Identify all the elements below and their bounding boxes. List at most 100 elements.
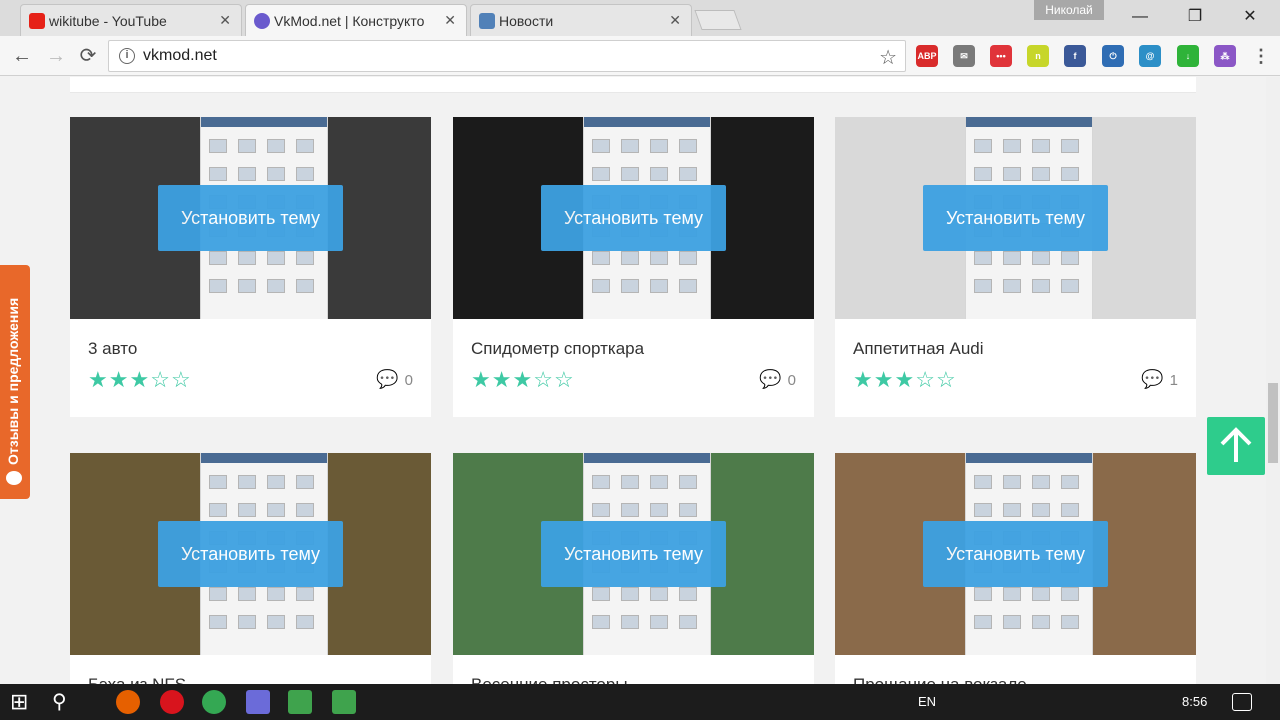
profile-name[interactable]: Николай (1034, 0, 1104, 20)
extension-n-icon[interactable]: n (1027, 45, 1049, 67)
save-app-icon[interactable] (246, 690, 270, 714)
tab-vk-news[interactable]: Новости ✕ (470, 4, 692, 36)
thumbnail-cell (1032, 615, 1050, 629)
new-tab-button[interactable] (694, 10, 742, 30)
theme-card[interactable]: Установить тему Весенние просторы (453, 453, 814, 684)
comments-count[interactable]: 💬 1 (1141, 369, 1178, 390)
feedback-tab[interactable]: Отзывы и предложения (0, 265, 30, 499)
rating-stars[interactable]: ★★★☆☆ (471, 367, 575, 393)
thumbnail-cell (238, 475, 256, 489)
facebook-icon[interactable]: f (1064, 45, 1086, 67)
thumbnail-cell (296, 139, 314, 153)
mail-icon[interactable]: ✉ (953, 45, 975, 67)
info-icon[interactable]: i (119, 48, 135, 64)
install-theme-button[interactable]: Установить тему (158, 185, 343, 251)
star-filled-icon[interactable]: ★ (109, 367, 130, 392)
thumbnail-cell (621, 251, 639, 265)
star-empty-icon[interactable]: ☆ (554, 367, 575, 392)
star-filled-icon[interactable]: ★ (853, 367, 874, 392)
firefox-icon[interactable] (116, 690, 140, 714)
address-bar[interactable]: i vkmod.net ☆ (108, 40, 906, 72)
notifications-icon[interactable] (1232, 693, 1252, 711)
menu-icon[interactable]: ⋮ (1250, 45, 1272, 67)
reload-button[interactable]: ⟳ (76, 44, 100, 68)
star-filled-icon[interactable]: ★ (88, 367, 109, 392)
theme-title[interactable]: 3 авто (88, 339, 137, 359)
back-button[interactable]: ← (10, 44, 34, 68)
search-icon[interactable]: ⚲ (52, 690, 76, 714)
power-icon[interactable]: ⏻ (1102, 45, 1124, 67)
colorful-dots-icon[interactable]: ⁂ (1214, 45, 1236, 67)
theme-title[interactable]: Аппетитная Audi (853, 339, 984, 359)
theme-card[interactable]: Установить тему Бэха из NFS (70, 453, 431, 684)
theme-title[interactable]: Весенние просторы (471, 675, 628, 684)
theme-title[interactable]: Бэха из NFS (88, 675, 186, 684)
download-arrow-icon[interactable]: ↓ (1177, 45, 1199, 67)
install-theme-button[interactable]: Установить тему (541, 185, 726, 251)
theme-preview-image[interactable]: Установить тему (70, 117, 431, 319)
star-empty-icon[interactable]: ☆ (915, 367, 936, 392)
close-icon[interactable]: ✕ (444, 12, 456, 29)
camtasia-icon[interactable] (288, 690, 312, 714)
theme-preview-image[interactable]: Установить тему (453, 117, 814, 319)
install-theme-button[interactable]: Установить тему (541, 521, 726, 587)
camtasia-recorder-icon[interactable] (332, 690, 356, 714)
star-filled-icon[interactable]: ★ (492, 367, 513, 392)
star-empty-icon[interactable]: ☆ (150, 367, 171, 392)
theme-preview-image[interactable]: Установить тему (453, 453, 814, 655)
theme-preview-image[interactable]: Установить тему (70, 453, 431, 655)
extension-dots-icon[interactable]: ••• (990, 45, 1012, 67)
install-theme-button[interactable]: Установить тему (158, 521, 343, 587)
star-filled-icon[interactable]: ★ (512, 367, 533, 392)
install-theme-button[interactable]: Установить тему (923, 185, 1108, 251)
thumbnail-cell (650, 251, 668, 265)
star-filled-icon[interactable]: ★ (874, 367, 895, 392)
at-sign-icon[interactable]: @ (1139, 45, 1161, 67)
clock[interactable]: 8:56 (1182, 694, 1207, 709)
forward-button[interactable]: → (44, 44, 68, 68)
adblock-plus-icon[interactable]: ABP (916, 45, 938, 67)
maximize-button[interactable]: ❐ (1175, 4, 1215, 30)
theme-card[interactable]: Установить тему Спидометр спорткара ★★★☆☆ 💬… (453, 117, 814, 417)
thumbnail-cell (621, 503, 639, 517)
rating-stars[interactable]: ★★★☆☆ (88, 367, 192, 393)
star-filled-icon[interactable]: ★ (471, 367, 492, 392)
theme-preview-image[interactable]: Установить тему (835, 453, 1196, 655)
thumbnail-cell (238, 167, 256, 181)
page-scrollbar[interactable] (1266, 77, 1280, 684)
tab-vkmod[interactable]: VkMod.net | Конструкто ✕ (245, 4, 467, 36)
bookmark-star-icon[interactable]: ☆ (879, 45, 897, 70)
close-icon[interactable]: ✕ (669, 12, 681, 29)
rating-stars[interactable]: ★★★☆☆ (853, 367, 957, 393)
minimize-button[interactable]: — (1120, 4, 1160, 30)
comments-count[interactable]: 💬 0 (376, 369, 413, 390)
thumbnail-cell (1003, 587, 1021, 601)
chrome-icon[interactable] (202, 690, 226, 714)
theme-card[interactable]: Установить тему Прощание на вокзале (835, 453, 1196, 684)
comments-count[interactable]: 💬 0 (759, 369, 796, 390)
thumbnail-cell (267, 167, 285, 181)
close-window-button[interactable]: ✕ (1230, 4, 1270, 30)
opera-icon[interactable] (160, 690, 184, 714)
close-icon[interactable]: ✕ (219, 12, 231, 29)
tab-youtube[interactable]: wikitube - YouTube ✕ (20, 4, 242, 36)
theme-title[interactable]: Спидометр спорткара (471, 339, 644, 359)
url-text[interactable]: vkmod.net (143, 47, 217, 65)
install-theme-button[interactable]: Установить тему (923, 521, 1108, 587)
theme-title[interactable]: Прощание на вокзале (853, 675, 1027, 684)
thumbnail-cell (1061, 475, 1079, 489)
windows-start-icon[interactable]: ⊞ (10, 690, 34, 714)
thumbnail-cell (238, 139, 256, 153)
scrollbar-thumb[interactable] (1268, 383, 1278, 463)
star-filled-icon[interactable]: ★ (129, 367, 150, 392)
star-empty-icon[interactable]: ☆ (533, 367, 554, 392)
theme-preview-image[interactable]: Установить тему (835, 117, 1196, 319)
star-empty-icon[interactable]: ☆ (936, 367, 957, 392)
browser-toolbar: ← → ⟳ i vkmod.net ☆ ABP ✉ ••• n f ⏻ @ ↓ ⁂ ⋮ (0, 36, 1280, 76)
star-filled-icon[interactable]: ★ (894, 367, 915, 392)
scroll-to-top-button[interactable] (1207, 417, 1265, 475)
star-empty-icon[interactable]: ☆ (171, 367, 192, 392)
language-indicator[interactable]: EN (918, 694, 936, 709)
theme-card[interactable]: Установить тему Аппетитная Audi ★★★☆☆ 💬 1 (835, 117, 1196, 417)
theme-card[interactable]: Установить тему 3 авто ★★★☆☆ 💬 0 (70, 117, 431, 417)
